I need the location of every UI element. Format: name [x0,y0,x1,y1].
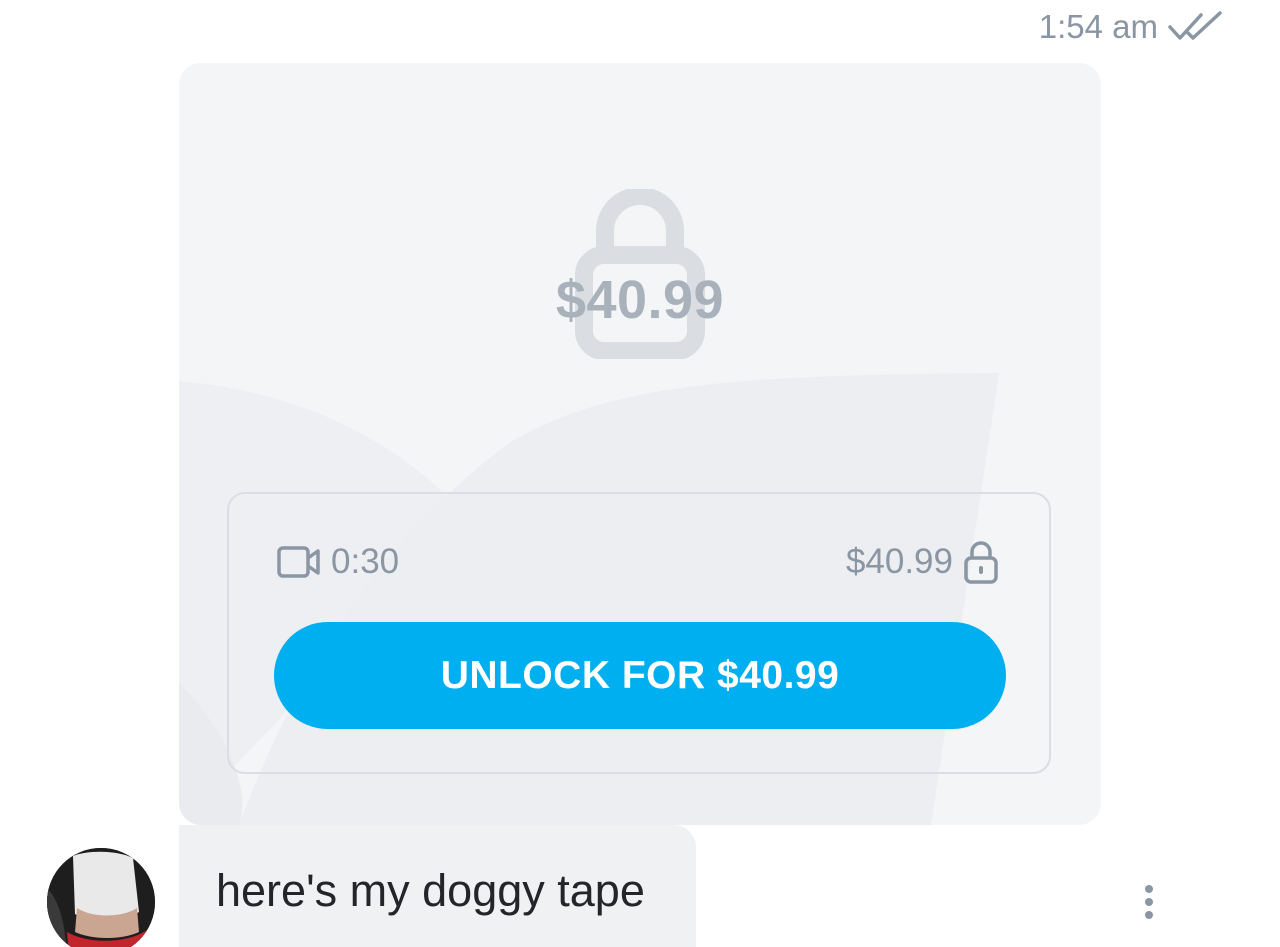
media-price: $40.99 [845,542,953,581]
locked-media-card[interactable]: $40.99 0:30 $40.99 UNLOCK FOR $40.99 [179,63,1101,825]
more-options-button[interactable] [1130,880,1168,924]
price-group: $40.99 [846,540,999,584]
double-check-icon [1168,11,1222,40]
media-info-box: 0:30 $40.99 UNLOCK FOR $40.99 [227,492,1051,774]
message-time: 1:54 am [1038,8,1158,45]
avatar-image [47,848,155,947]
media-info-row: 0:30 $40.99 [277,540,999,584]
chat-view: 1:54 am $40.99 0:30 $40.99 UNLOCK FOR $4… [0,0,1280,947]
video-duration: 0:30 [331,542,400,581]
lock-icon [964,541,998,584]
more-vertical-icon [1145,885,1153,919]
price-overlay: $40.99 [555,270,725,330]
duration-group: 0:30 [277,542,399,582]
unlock-button[interactable]: UNLOCK FOR $40.99 [274,622,1006,729]
message-text: here's my doggy tape [216,865,645,916]
message-meta: 1:54 am [1039,8,1224,46]
video-camera-icon [277,546,320,578]
avatar[interactable] [47,848,155,947]
message-bubble[interactable]: here's my doggy tape [179,825,696,947]
